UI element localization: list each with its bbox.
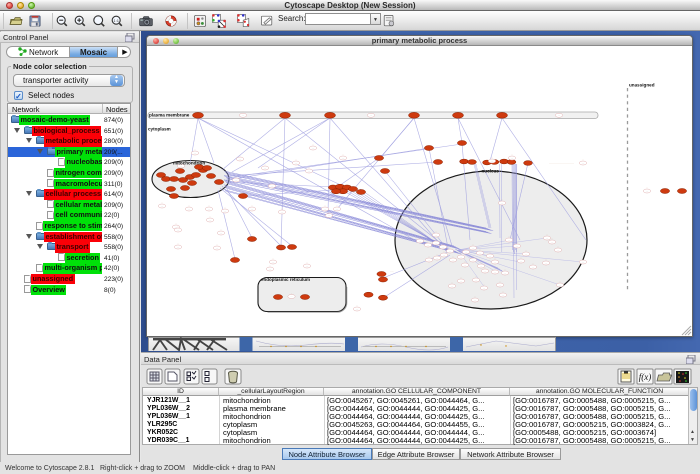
svg-text:···: ···: [520, 260, 523, 263]
svg-text:···: ···: [271, 185, 274, 188]
svg-text:···: ···: [499, 284, 502, 287]
svg-text:···: ···: [582, 162, 585, 165]
svg-text:···: ···: [489, 255, 492, 258]
svg-text:···: ···: [264, 167, 267, 170]
svg-text:···: ···: [474, 299, 477, 302]
svg-text:···: ···: [436, 257, 439, 260]
svg-text:···: ···: [501, 202, 504, 205]
svg-text:···: ···: [370, 114, 373, 117]
svg-text:····: ····: [432, 161, 436, 165]
svg-text:···: ···: [180, 165, 183, 168]
svg-text:···: ···: [511, 157, 514, 160]
svg-text:···: ···: [646, 190, 649, 193]
svg-text:···: ···: [451, 285, 454, 288]
svg-text:···: ···: [557, 249, 560, 252]
svg-text:···: ···: [290, 296, 293, 299]
svg-text:···: ···: [188, 208, 191, 211]
svg-text:···: ···: [452, 259, 455, 262]
svg-text:f(x): f(x): [639, 372, 652, 382]
svg-text:···: ···: [472, 259, 475, 262]
svg-text:···: ···: [545, 262, 548, 265]
svg-text:···: ···: [435, 234, 438, 237]
svg-text:···: ···: [435, 242, 438, 245]
svg-text:···: ···: [324, 208, 327, 211]
svg-text:···: ···: [177, 229, 180, 232]
svg-text:···: ···: [308, 170, 311, 173]
svg-text:···: ···: [312, 147, 315, 150]
svg-text:···: ···: [551, 241, 554, 244]
svg-text:···: ···: [194, 152, 197, 155]
svg-text:···: ···: [491, 160, 494, 163]
svg-text:unassigned: unassigned: [629, 83, 655, 88]
svg-text:···: ···: [494, 261, 497, 264]
svg-text:···: ···: [477, 157, 480, 161]
svg-text:···: ···: [532, 266, 535, 269]
svg-text:···: ···: [483, 287, 486, 290]
svg-text:···: ···: [494, 271, 497, 274]
svg-text:plasma membrane: plasma membrane: [149, 113, 190, 118]
svg-text:···: ···: [216, 247, 219, 250]
svg-text:···: ···: [269, 268, 272, 271]
svg-text:nucleus: nucleus: [482, 169, 500, 174]
svg-text:···: ···: [419, 240, 422, 243]
svg-text:1:1: 1:1: [113, 18, 119, 23]
svg-text:···: ···: [582, 261, 585, 264]
svg-text:···: ···: [342, 157, 345, 160]
svg-text:···: ···: [479, 252, 482, 255]
svg-text:···: ···: [504, 272, 507, 275]
svg-text:···: ···: [460, 256, 463, 259]
svg-text:···: ···: [546, 237, 549, 240]
svg-text:···: ···: [558, 114, 561, 117]
svg-text:···: ···: [239, 158, 242, 161]
svg-text:···: ···: [295, 162, 298, 165]
svg-text:···: ···: [428, 259, 431, 262]
svg-text:···: ···: [209, 219, 212, 222]
svg-text:endoplasmic reticulum: endoplasmic reticulum: [261, 277, 310, 282]
svg-text:···: ···: [336, 208, 339, 211]
svg-text:···: ···: [508, 239, 511, 242]
svg-text:···: ···: [427, 244, 430, 247]
svg-text:···: ···: [480, 265, 483, 268]
svg-text:···: ···: [306, 265, 309, 268]
svg-text:···: ···: [460, 280, 463, 283]
svg-text:···: ···: [161, 205, 164, 208]
svg-text:···: ···: [484, 270, 487, 273]
svg-text:···: ···: [502, 294, 505, 297]
svg-text:···: ···: [465, 251, 468, 254]
svg-text:···: ···: [208, 208, 211, 211]
svg-text:···: ···: [443, 254, 446, 257]
svg-text:·························: ·························: [549, 162, 574, 166]
svg-text:···: ···: [242, 114, 245, 117]
svg-text:···: ···: [356, 308, 359, 311]
svg-text:···: ···: [472, 247, 475, 250]
svg-text:···: ···: [525, 253, 528, 256]
svg-text:···: ···: [220, 232, 223, 235]
svg-text:····: ····: [390, 270, 394, 273]
svg-text:···: ···: [235, 179, 238, 182]
svg-text:···: ···: [328, 215, 331, 218]
svg-text:···: ···: [516, 245, 519, 248]
svg-text:···: ···: [464, 264, 467, 267]
svg-text:···: ···: [475, 279, 478, 282]
svg-text:mitochondrion: mitochondrion: [173, 161, 205, 166]
svg-text:···: ···: [442, 246, 445, 249]
svg-text:···: ···: [449, 250, 452, 253]
svg-text:···: ···: [281, 211, 284, 214]
svg-text:cytoplasm: cytoplasm: [148, 127, 171, 132]
svg-text:···: ···: [177, 246, 180, 249]
svg-text:···: ···: [251, 208, 254, 211]
svg-text:···: ···: [224, 210, 227, 213]
svg-text:···: ···: [272, 261, 275, 264]
svg-text:···: ···: [559, 284, 562, 287]
